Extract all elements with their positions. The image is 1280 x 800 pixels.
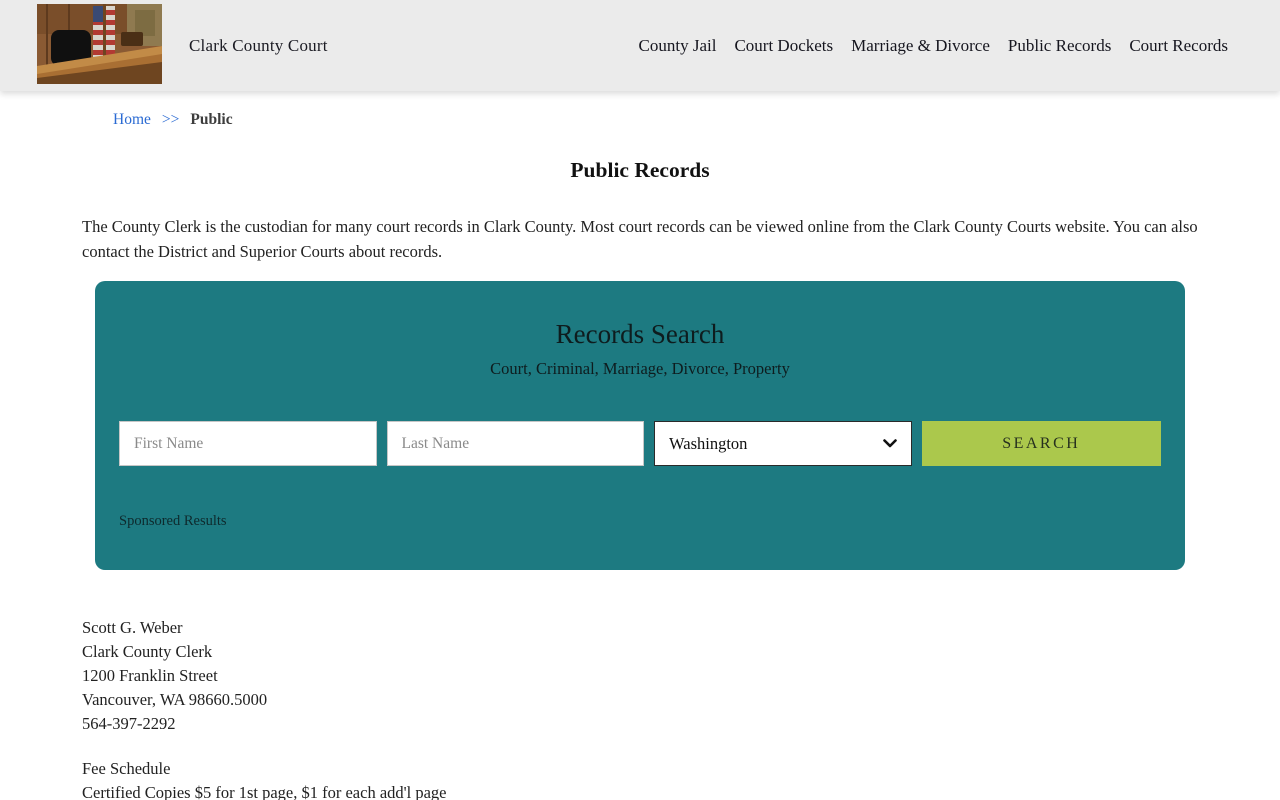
nav-item-county-jail[interactable]: County Jail [639, 36, 717, 56]
search-button[interactable]: SEARCH [921, 421, 1161, 466]
nav-item-marriage-divorce[interactable]: Marriage & Divorce [851, 36, 990, 56]
site-title: Clark County Court [189, 35, 328, 55]
contact-city: Vancouver, WA 98660.5000 [82, 690, 268, 709]
records-search-title: Records Search [555, 319, 725, 349]
records-search-panel: Records Search Court, Criminal, Marriage… [95, 281, 1185, 570]
chevron-down-icon [882, 439, 897, 448]
main-nav: County Jail Court Dockets Marriage & Div… [639, 36, 1228, 56]
state-select-value: Washington [669, 433, 748, 453]
fee-schedule-block: Fee Schedule Certified Copies $5 for 1st… [82, 757, 1198, 800]
nav-item-court-dockets[interactable]: Court Dockets [734, 36, 833, 56]
nav-item-court-records[interactable]: Court Records [1129, 36, 1228, 56]
contact-name: Scott G. Weber [82, 618, 183, 637]
fee-schedule-heading: Fee Schedule [82, 759, 171, 778]
records-search-subtitle: Court, Criminal, Marriage, Divorce, Prop… [490, 359, 790, 378]
breadcrumb-separator: >> [161, 111, 180, 128]
site-header: Clark County Court County Jail Court Doc… [0, 0, 1280, 91]
clerk-contact-block: Scott G. Weber Clark County Clerk 1200 F… [82, 616, 1198, 736]
state-select[interactable]: Washington [654, 421, 912, 466]
page-title: Public Records [570, 158, 710, 182]
first-name-input[interactable] [119, 421, 377, 466]
sponsored-results-label: Sponsored Results [119, 513, 227, 529]
nav-item-public-records[interactable]: Public Records [1008, 36, 1111, 56]
breadcrumb-home-link[interactable]: Home [113, 111, 151, 129]
breadcrumb-current: Public [190, 111, 233, 128]
breadcrumb: Home >> Public [0, 91, 1280, 129]
search-form-row: Washington SEARCH [119, 421, 1161, 466]
intro-paragraph: The County Clerk is the custodian for ma… [82, 217, 1198, 261]
contact-street: 1200 Franklin Street [82, 666, 218, 685]
contact-title: Clark County Clerk [82, 642, 213, 661]
fee-schedule-detail: Certified Copies $5 for 1st page, $1 for… [82, 783, 447, 800]
last-name-input[interactable] [386, 421, 644, 466]
contact-phone: 564-397-2292 [82, 714, 176, 733]
courtroom-logo-image [37, 3, 162, 84]
